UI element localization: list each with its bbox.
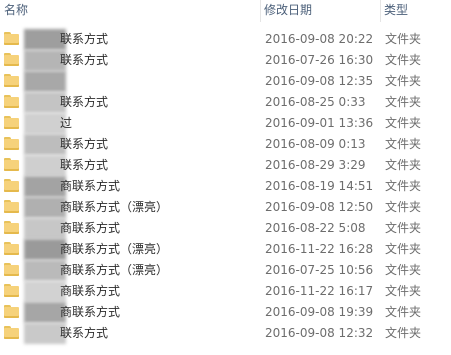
- file-date-modified: 2016-09-08 12:32: [265, 326, 374, 340]
- file-name: 商联系方式（漂亮）: [60, 200, 169, 214]
- folder-icon: [4, 263, 19, 276]
- file-type: 文件夹: [385, 305, 422, 319]
- file-date-modified: 2016-09-08 12:35: [265, 74, 374, 88]
- file-type: 文件夹: [385, 32, 422, 46]
- file-name: 联系方式: [60, 53, 109, 67]
- folder-icon: [4, 200, 19, 213]
- folder-icon: [4, 74, 19, 87]
- file-type: 文件夹: [385, 200, 422, 214]
- file-row[interactable]: 商联系方式（漂亮） 2016-09-08 12:50 文件夹: [0, 197, 451, 218]
- folder-icon: [4, 221, 19, 234]
- file-row[interactable]: 商联系方式 2016-08-19 14:51 文件夹: [0, 176, 451, 197]
- file-type: 文件夹: [385, 116, 422, 130]
- file-row[interactable]: 联系方式 2016-08-29 3:29 文件夹: [0, 155, 451, 176]
- file-type: 文件夹: [385, 263, 422, 277]
- file-name: 联系方式: [60, 158, 109, 172]
- file-row[interactable]: 商联系方式 2016-11-22 16:17 文件夹: [0, 281, 451, 302]
- file-date-modified: 2016-09-08 20:22: [265, 32, 374, 46]
- file-row[interactable]: 过 2016-09-01 13:36 文件夹: [0, 113, 451, 134]
- file-type: 文件夹: [385, 53, 422, 67]
- folder-icon: [4, 53, 19, 66]
- folder-icon: [4, 32, 19, 45]
- folder-icon: [4, 137, 19, 150]
- file-date-modified: 2016-08-22 5:08: [265, 221, 366, 235]
- file-date-modified: 2016-08-09 0:13: [265, 137, 366, 151]
- file-name: 商联系方式: [60, 179, 121, 193]
- column-header-name[interactable]: 名称: [0, 0, 260, 24]
- file-row[interactable]: 联系方式 2016-09-08 20:22 文件夹: [0, 29, 451, 50]
- file-type: 文件夹: [385, 137, 422, 151]
- file-type: 文件夹: [385, 95, 422, 109]
- folder-icon: [4, 179, 19, 192]
- file-date-modified: 2016-07-25 10:56: [265, 263, 374, 277]
- file-date-modified: 2016-08-25 0:33: [265, 95, 366, 109]
- file-date-modified: 2016-11-22 16:28: [265, 242, 374, 256]
- file-type: 文件夹: [385, 74, 422, 88]
- file-type: 文件夹: [385, 284, 422, 298]
- file-name: 商联系方式（漂亮）: [60, 263, 169, 277]
- file-row[interactable]: 商联系方式 2016-08-22 5:08 文件夹: [0, 218, 451, 239]
- file-row[interactable]: 商联系方式（漂亮） 2016-07-25 10:56 文件夹: [0, 260, 451, 281]
- column-header-bar: 名称 修改日期 类型: [0, 0, 451, 24]
- file-date-modified: 2016-09-01 13:36: [265, 116, 374, 130]
- file-row[interactable]: 联系方式 2016-09-08 12:32 文件夹: [0, 323, 451, 344]
- file-row[interactable]: 联系方式 2016-08-25 0:33 文件夹: [0, 92, 451, 113]
- file-type: 文件夹: [385, 158, 422, 172]
- file-row[interactable]: 2016-09-08 12:35 文件夹: [0, 71, 451, 92]
- file-type: 文件夹: [385, 221, 422, 235]
- redacted-name-block: [24, 71, 66, 92]
- file-type: 文件夹: [385, 242, 422, 256]
- folder-icon: [4, 242, 19, 255]
- file-row[interactable]: 商联系方式 2016-09-08 19:39 文件夹: [0, 302, 451, 323]
- file-name: 联系方式: [60, 137, 109, 151]
- file-name: 过: [60, 116, 73, 130]
- file-row[interactable]: 商联系方式（漂亮） 2016-11-22 16:28 文件夹: [0, 239, 451, 260]
- folder-icon: [4, 326, 19, 339]
- file-type: 文件夹: [385, 179, 422, 193]
- file-type: 文件夹: [385, 326, 422, 340]
- file-row[interactable]: 联系方式 2016-08-09 0:13 文件夹: [0, 134, 451, 155]
- folder-icon: [4, 305, 19, 318]
- file-date-modified: 2016-09-08 19:39: [265, 305, 374, 319]
- file-date-modified: 2016-07-26 16:30: [265, 53, 374, 67]
- file-row[interactable]: 联系方式 2016-07-26 16:30 文件夹: [0, 50, 451, 71]
- folder-icon: [4, 158, 19, 171]
- file-date-modified: 2016-08-19 14:51: [265, 179, 374, 193]
- file-name: 商联系方式（漂亮）: [60, 242, 169, 256]
- file-name: 联系方式: [60, 326, 109, 340]
- file-name: 商联系方式: [60, 284, 121, 298]
- file-date-modified: 2016-09-08 12:50: [265, 200, 374, 214]
- file-name: 联系方式: [60, 95, 109, 109]
- file-date-modified: 2016-08-29 3:29: [265, 158, 366, 172]
- column-header-type[interactable]: 类型: [380, 0, 451, 24]
- folder-icon: [4, 95, 19, 108]
- column-header-date-modified[interactable]: 修改日期: [260, 0, 380, 24]
- folder-icon: [4, 284, 19, 297]
- folder-icon: [4, 116, 19, 129]
- file-date-modified: 2016-11-22 16:17: [265, 284, 374, 298]
- file-name: 联系方式: [60, 32, 109, 46]
- file-name: 商联系方式: [60, 305, 121, 319]
- file-name: 商联系方式: [60, 221, 121, 235]
- file-list: 联系方式 2016-09-08 20:22 文件夹 联系方式 2016-07-26 16…: [0, 29, 451, 344]
